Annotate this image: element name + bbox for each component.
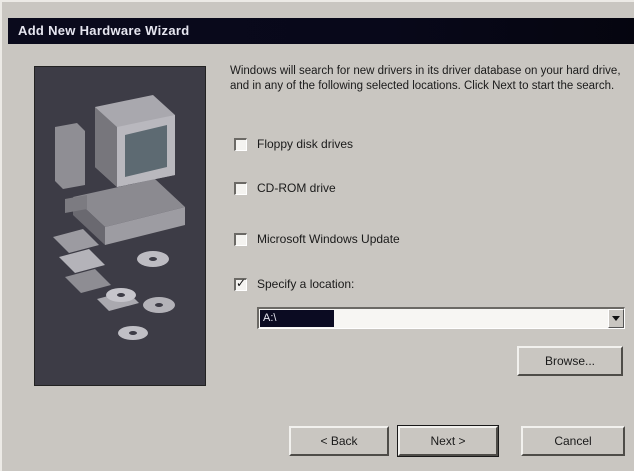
location-combobox[interactable]: A:\: [257, 307, 625, 329]
cdrom-checkbox[interactable]: [234, 181, 247, 195]
floppy-label: Floppy disk drives: [257, 137, 354, 151]
option-specify-location[interactable]: Specify a location:: [234, 275, 354, 293]
window-title: Add New Hardware Wizard: [18, 23, 190, 38]
location-value[interactable]: A:\: [260, 310, 334, 327]
chevron-down-icon[interactable]: [608, 309, 624, 328]
specify-location-label: Specify a location:: [257, 277, 355, 291]
cancel-button[interactable]: Cancel: [521, 426, 625, 456]
next-button[interactable]: Next >: [397, 425, 499, 457]
specify-location-checkbox[interactable]: [234, 276, 247, 291]
cdrom-label: CD-ROM drive: [257, 181, 336, 195]
option-cdrom[interactable]: CD-ROM drive: [234, 179, 336, 197]
browse-button[interactable]: Browse...: [517, 346, 623, 376]
option-floppy[interactable]: Floppy disk drives: [234, 135, 353, 153]
title-bar: Add New Hardware Wizard: [8, 18, 634, 44]
intro-text: Windows will search for new drivers in i…: [230, 65, 621, 92]
cd-icon: [106, 251, 175, 340]
wizard-illustration: [34, 66, 206, 386]
windows-update-label: Microsoft Windows Update: [257, 232, 400, 246]
wizard-window: Add New Hardware Wizard Windows will sea…: [0, 0, 634, 471]
computer-icon: [55, 95, 185, 245]
option-windows-update[interactable]: Microsoft Windows Update: [234, 230, 400, 248]
floppy-checkbox[interactable]: [234, 137, 247, 151]
back-button[interactable]: < Back: [289, 426, 389, 456]
windows-update-checkbox[interactable]: [234, 232, 247, 246]
